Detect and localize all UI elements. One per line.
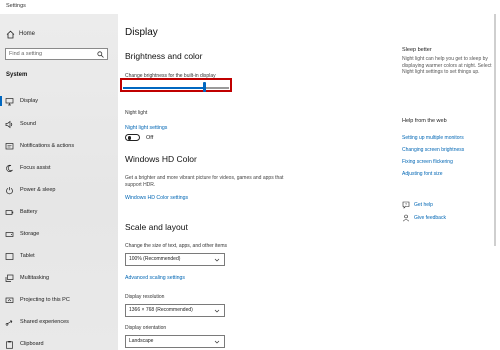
page-title: Display	[125, 27, 158, 38]
search-input[interactable]: Find a setting	[5, 48, 108, 60]
get-help-label: Get help	[414, 202, 433, 208]
sidebar: Home Find a setting System Display Sound…	[0, 14, 118, 350]
hd-color-description: Get a brighter and more vibrant picture …	[125, 175, 284, 188]
night-light-settings-link[interactable]: Night light settings	[125, 125, 167, 131]
help-link[interactable]: Adjusting font size	[402, 171, 443, 177]
scrollbar[interactable]	[494, 14, 496, 246]
power-icon	[5, 186, 14, 195]
sidebar-item-tablet[interactable]: Tablet	[0, 250, 118, 262]
orientation-dropdown-value: Landscape	[129, 338, 154, 344]
settings-window: Settings Home Find a setting System Disp…	[0, 0, 500, 350]
brightness-slider[interactable]	[123, 87, 229, 89]
sidebar-item-focus-assist[interactable]: Focus assist	[0, 162, 118, 174]
help-icon: ?	[402, 201, 410, 209]
scale-dropdown[interactable]: 100% (Recommended)	[125, 253, 225, 266]
sidebar-item-label: Display	[20, 98, 39, 104]
window-title: Settings	[6, 3, 26, 9]
sidebar-item-label: Multitasking	[20, 275, 50, 281]
section-heading-scale-layout: Scale and layout	[125, 222, 188, 232]
sidebar-item-notifications[interactable]: Notifications & actions	[0, 140, 118, 152]
sidebar-group-label: System	[6, 72, 28, 78]
chevron-down-icon	[214, 257, 220, 263]
sidebar-item-display[interactable]: Display	[0, 95, 118, 107]
sidebar-item-projecting[interactable]: Projecting to this PC	[0, 294, 118, 306]
scale-label: Change the size of text, apps, and other…	[125, 243, 228, 249]
help-link[interactable]: Changing screen brightness	[402, 147, 464, 153]
brightness-highlight-box	[120, 78, 232, 92]
section-heading-hd-color: Windows HD Color	[125, 154, 197, 164]
give-feedback-link[interactable]: Give feedback	[402, 214, 446, 222]
sidebar-item-label: Battery	[20, 209, 38, 215]
sidebar-item-label: Projecting to this PC	[20, 297, 70, 303]
clipboard-icon	[5, 340, 14, 349]
sidebar-item-clipboard[interactable]: Clipboard	[0, 338, 118, 350]
sidebar-item-label: Storage	[20, 231, 40, 237]
orientation-dropdown[interactable]: Landscape	[125, 335, 225, 348]
sidebar-item-label: Sound	[20, 121, 36, 127]
advanced-scaling-link[interactable]: Advanced scaling settings	[125, 275, 185, 281]
help-link[interactable]: Fixing screen flickering	[402, 159, 453, 165]
section-heading-brightness: Brightness and color	[125, 51, 203, 61]
sleep-better-text: Night light can help you get to sleep by…	[402, 56, 492, 75]
sidebar-item-shared-experiences[interactable]: Shared experiences	[0, 316, 118, 328]
search-placeholder: Find a setting	[9, 51, 43, 57]
give-feedback-label: Give feedback	[414, 215, 446, 221]
sidebar-item-label: Power & sleep	[20, 187, 56, 193]
sidebar-item-battery[interactable]: Battery	[0, 206, 118, 218]
resolution-dropdown[interactable]: 1366 × 768 (Recommended)	[125, 304, 225, 317]
chevron-down-icon	[214, 308, 220, 314]
sidebar-item-power-sleep[interactable]: Power & sleep	[0, 184, 118, 196]
sidebar-item-label: Clipboard	[20, 341, 44, 347]
brightness-slider-fill	[123, 87, 205, 89]
get-help-link[interactable]: ? Get help	[402, 201, 433, 209]
brightness-slider-thumb[interactable]	[203, 82, 207, 92]
scale-dropdown-value: 100% (Recommended)	[129, 256, 181, 262]
sidebar-item-storage[interactable]: Storage	[0, 228, 118, 240]
svg-text:?: ?	[405, 203, 407, 207]
sleep-better-title: Sleep better	[402, 47, 432, 53]
sidebar-item-label: Focus assist	[20, 165, 51, 171]
sidebar-item-label: Tablet	[20, 253, 35, 259]
sidebar-item-sound[interactable]: Sound	[0, 118, 118, 130]
moon-icon	[5, 164, 14, 173]
title-bar: Settings	[0, 0, 500, 14]
monitor-icon	[5, 97, 14, 106]
storage-icon	[5, 230, 14, 239]
night-light-state: Off	[146, 135, 154, 141]
speaker-icon	[5, 120, 14, 129]
toggle-knob	[127, 136, 131, 140]
sidebar-home[interactable]: Home	[6, 29, 35, 39]
resolution-label: Display resolution	[125, 294, 165, 300]
hd-color-settings-link[interactable]: Windows HD Color settings	[125, 195, 188, 201]
help-link[interactable]: Setting up multiple monitors	[402, 135, 464, 141]
sidebar-item-multitasking[interactable]: Multitasking	[0, 272, 118, 284]
orientation-label: Display orientation	[125, 325, 167, 331]
night-light-label: Night light	[125, 110, 148, 116]
tablet-icon	[5, 252, 14, 261]
sidebar-home-label: Home	[19, 31, 36, 37]
multitasking-icon	[5, 274, 14, 283]
projecting-icon	[5, 296, 14, 305]
battery-icon	[5, 208, 14, 217]
notification-icon	[5, 142, 14, 151]
sidebar-item-label: Shared experiences	[20, 319, 69, 325]
night-light-toggle[interactable]	[125, 134, 140, 141]
sidebar-item-label: Notifications & actions	[20, 143, 75, 149]
search-icon[interactable]	[97, 51, 104, 58]
chevron-down-icon	[214, 339, 220, 345]
shared-icon	[5, 318, 14, 327]
feedback-icon	[402, 214, 410, 222]
main-content: Display Brightness and color Change brig…	[118, 14, 500, 350]
help-from-web-title: Help from the web	[402, 118, 447, 124]
resolution-dropdown-value: 1366 × 768 (Recommended)	[129, 307, 193, 313]
home-icon	[6, 30, 15, 39]
